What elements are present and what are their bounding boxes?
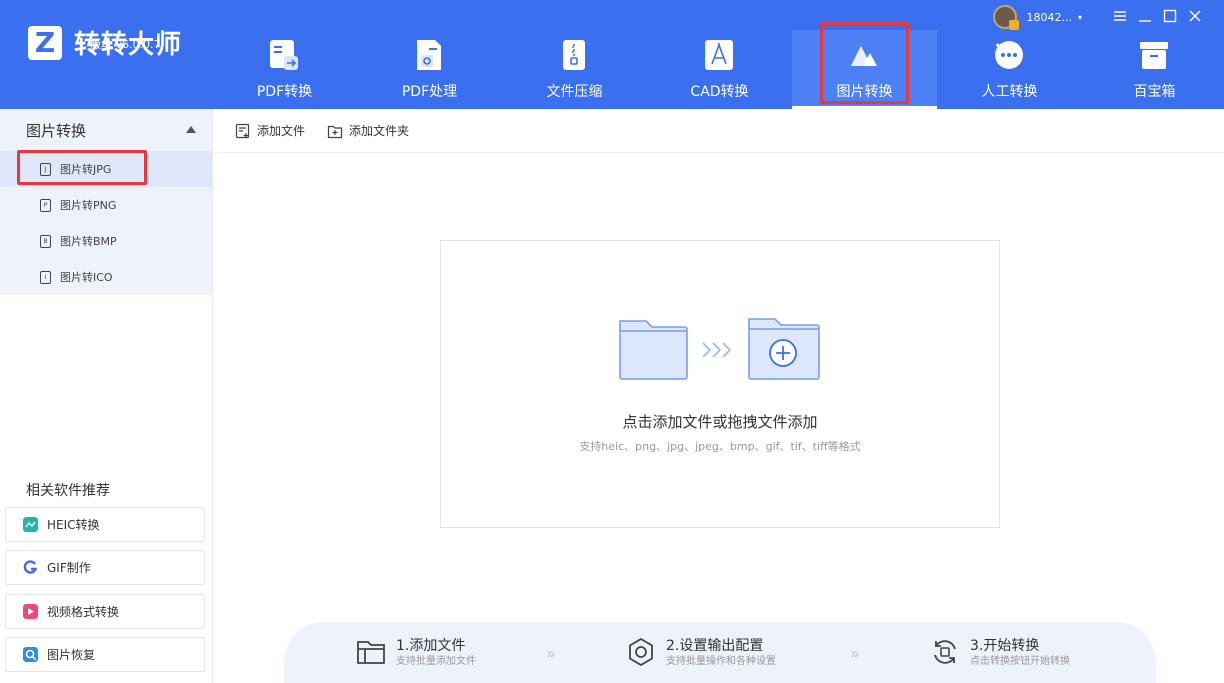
collapse-arrow-icon[interactable] bbox=[186, 126, 196, 133]
hamburger-icon bbox=[1114, 11, 1126, 21]
tab-label: 文件压缩 bbox=[546, 84, 603, 100]
step-arrow-icon: ›› bbox=[850, 644, 860, 663]
tab-label: 图片转换 bbox=[836, 84, 893, 100]
pdf-convert-icon bbox=[270, 40, 298, 70]
maximize-icon bbox=[1163, 9, 1177, 23]
sidebar-item-label: 图片转JPG bbox=[60, 163, 112, 176]
add-folder-button[interactable]: 添加文件夹 bbox=[327, 122, 409, 139]
user-name[interactable]: 18042... bbox=[1027, 11, 1072, 24]
convert-cycle-icon bbox=[934, 640, 956, 664]
recommend-label: GIF制作 bbox=[47, 561, 91, 575]
close-button[interactable] bbox=[1188, 9, 1204, 25]
recommend-label: 图片恢复 bbox=[47, 648, 96, 662]
recommend-video-convert[interactable]: 视频格式转换 bbox=[5, 594, 205, 629]
step-subtitle: 支持批量添加文件 bbox=[396, 656, 476, 667]
step-title: 1.添加文件 bbox=[396, 638, 466, 654]
image-icon bbox=[851, 46, 877, 66]
logo-mark: Z bbox=[28, 25, 62, 60]
sidebar-item-to-ico[interactable]: I 图片转ICO bbox=[0, 259, 212, 295]
vip-badge-icon bbox=[1008, 20, 1019, 30]
minimize-icon bbox=[1139, 20, 1151, 22]
tab-label: 百宝箱 bbox=[1133, 84, 1176, 100]
tab-toolbox[interactable]: 百宝箱 bbox=[1082, 30, 1224, 109]
file-icon: B bbox=[40, 234, 51, 248]
sidebar-item-label: 图片转PNG bbox=[60, 199, 117, 212]
gif-icon bbox=[23, 560, 38, 574]
app-version: 版本 v6.0.0.7 bbox=[90, 38, 161, 51]
step-subtitle: 支持批量操作和各种设置 bbox=[666, 656, 776, 667]
sidebar-item-to-jpg[interactable]: J 图片转JPG bbox=[0, 151, 212, 187]
sidebar-item-label: 图片转ICO bbox=[60, 271, 113, 284]
drop-zone-title: 点击添加文件或拖拽文件添加 bbox=[622, 413, 818, 431]
settings-icon bbox=[629, 637, 653, 667]
tab-pdf-process[interactable]: PDF处理 bbox=[357, 30, 502, 109]
sidebar-group-image-convert[interactable]: 图片转换 bbox=[0, 109, 212, 151]
chevrons-right-icon bbox=[702, 342, 732, 358]
sidebar-item-to-bmp[interactable]: B 图片转BMP bbox=[0, 223, 212, 259]
tab-cad-convert[interactable]: CAD转换 bbox=[647, 30, 792, 109]
sidebar-group-label: 图片转换 bbox=[26, 121, 87, 140]
video-icon bbox=[23, 604, 38, 619]
zip-icon bbox=[563, 40, 585, 70]
tab-label: PDF转换 bbox=[256, 84, 313, 100]
folder-icon bbox=[619, 320, 688, 380]
pdf-process-icon bbox=[417, 40, 441, 70]
add-file-button[interactable]: 添加文件 bbox=[235, 122, 305, 139]
add-folder-icon bbox=[748, 318, 820, 380]
add-file-icon bbox=[235, 123, 250, 138]
folder-outline-icon bbox=[357, 641, 385, 664]
heic-icon bbox=[23, 517, 38, 532]
recommend-title: 相关软件推荐 bbox=[26, 483, 110, 499]
tab-manual-convert[interactable]: 人工转换 bbox=[937, 30, 1082, 109]
file-icon: I bbox=[40, 270, 51, 284]
tab-pdf-convert[interactable]: PDF转换 bbox=[212, 30, 357, 109]
main-nav: PDF转换 PDF处理 文件压缩 CAD转换 图片转换 人工转换 百宝箱 bbox=[212, 30, 1224, 109]
step-start-convert: 3.开始转换 点击转换按钮开始转换 bbox=[930, 637, 1070, 669]
folder-to-folder-graphic bbox=[619, 318, 820, 380]
minimize-button[interactable] bbox=[1138, 9, 1154, 25]
tab-label: CAD转换 bbox=[690, 84, 749, 100]
tab-label: PDF处理 bbox=[401, 84, 458, 100]
step-add-file: 1.添加文件 支持批量添加文件 bbox=[356, 637, 476, 669]
drop-zone-subtitle: 支持heic、png、jpg、jpeg、bmp、gif、tif、tiff等格式 bbox=[579, 440, 861, 453]
maximize-button[interactable] bbox=[1163, 9, 1179, 25]
menu-button[interactable] bbox=[1113, 9, 1129, 25]
add-file-label: 添加文件 bbox=[257, 124, 306, 138]
sidebar-item-label: 图片转BMP bbox=[60, 235, 117, 248]
toolbox-icon bbox=[1140, 42, 1168, 69]
tab-image-convert[interactable]: 图片转换 bbox=[792, 30, 937, 109]
recommend-label: 视频格式转换 bbox=[47, 605, 120, 619]
file-drop-zone[interactable]: 点击添加文件或拖拽文件添加 支持heic、png、jpg、jpeg、bmp、gi… bbox=[440, 240, 1000, 528]
chat-icon bbox=[995, 41, 1023, 69]
recommend-heic[interactable]: HEIC转换 bbox=[5, 507, 205, 542]
step-arrow-icon: ›› bbox=[546, 644, 556, 663]
file-icon: J bbox=[40, 162, 51, 176]
user-menu-caret-icon[interactable]: ▾ bbox=[1078, 13, 1082, 22]
recommend-label: HEIC转换 bbox=[47, 518, 100, 532]
tab-file-compress[interactable]: 文件压缩 bbox=[502, 30, 647, 109]
sidebar-item-to-png[interactable]: P 图片转PNG bbox=[0, 187, 212, 223]
step-output-config: 2.设置输出配置 支持批量操作和各种设置 bbox=[626, 637, 776, 669]
add-folder-label: 添加文件夹 bbox=[349, 124, 410, 138]
user-avatar[interactable] bbox=[992, 5, 1019, 30]
app-header: Z 转转大师 版本 v6.0.0.7 18042... ▾ PDF转换 PDF处… bbox=[0, 0, 1224, 109]
toolbar: 添加文件 添加文件夹 bbox=[213, 109, 1224, 153]
cad-icon bbox=[705, 40, 733, 70]
tab-label: 人工转换 bbox=[981, 84, 1038, 100]
close-icon bbox=[1189, 10, 1201, 22]
recommend-image-recovery[interactable]: 图片恢复 bbox=[5, 637, 205, 672]
add-folder-icon bbox=[327, 125, 343, 138]
step-title: 2.设置输出配置 bbox=[666, 638, 764, 654]
recommend-gif[interactable]: GIF制作 bbox=[5, 550, 205, 585]
steps-bar: 1.添加文件 支持批量添加文件 ›› 2.设置输出配置 支持批量操作和各种设置 … bbox=[284, 622, 1156, 683]
step-title: 3.开始转换 bbox=[970, 638, 1040, 654]
file-icon: P bbox=[40, 198, 51, 212]
step-subtitle: 点击转换按钮开始转换 bbox=[970, 656, 1070, 667]
window-topbar: 18042... ▾ bbox=[992, 5, 1205, 30]
image-recovery-icon bbox=[23, 647, 38, 662]
